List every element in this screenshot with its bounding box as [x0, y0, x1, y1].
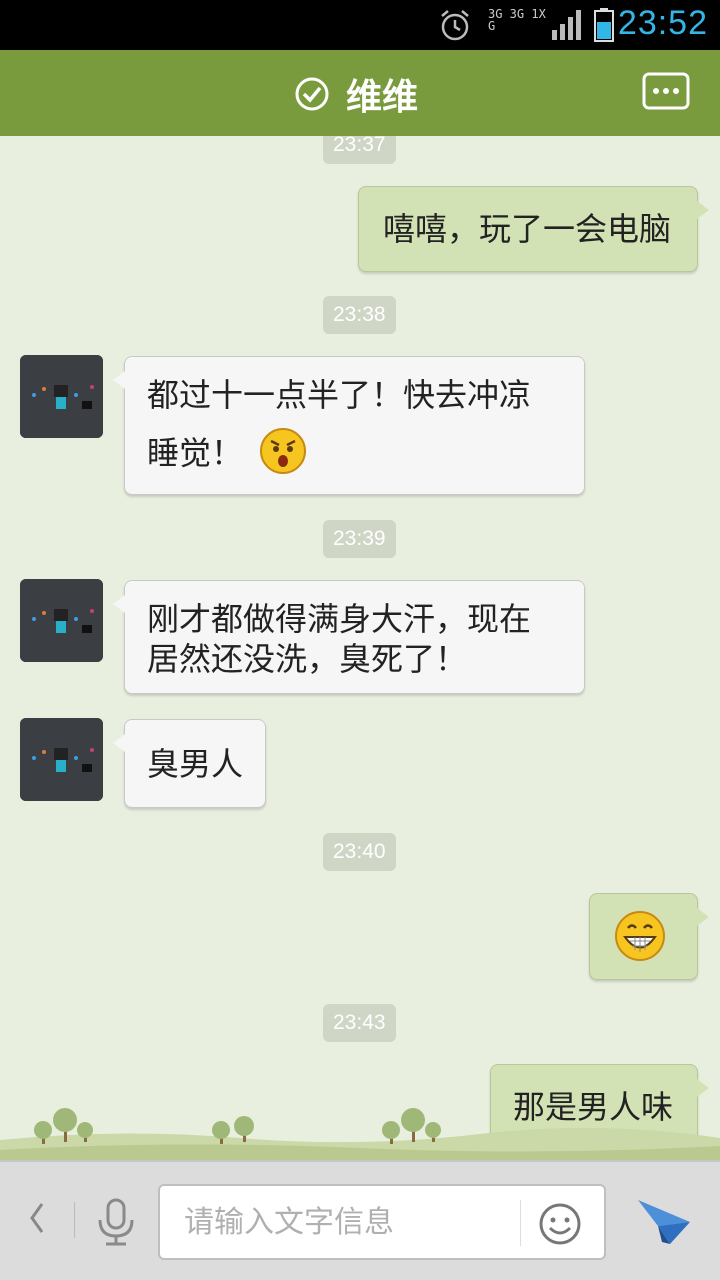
avatar-image [20, 579, 103, 662]
input-bar [0, 1160, 720, 1280]
alarm-icon [441, 10, 469, 41]
status-bar: 3G 3G 1X G 23:52 [0, 0, 720, 50]
chat-screen: 3G 3G 1X G 23:52 维维 23:37 嘻嘻，玩了一会电脑 23:3… [0, 0, 720, 1280]
input-divider [520, 1200, 521, 1246]
outgoing-message[interactable]: 嘻嘻，玩了一会电脑 [358, 186, 709, 272]
message-text-line: 臭男人 [147, 745, 244, 783]
clock: 23:52 [617, 4, 708, 42]
message-text-line: 居然还没洗，臭死了！ [147, 640, 468, 678]
message-list[interactable]: 23:37 嘻嘻，玩了一会电脑 23:38 都过十一点半了！快去冲凉 睡觉！ 2… [0, 136, 720, 1160]
message-input[interactable] [184, 1200, 514, 1244]
avatar[interactable] [20, 579, 103, 662]
timestamp: 23:40 [323, 833, 396, 871]
incoming-message[interactable]: 臭男人 [113, 719, 266, 808]
outgoing-message[interactable] [589, 893, 709, 980]
surprised-face-emoji [260, 428, 307, 474]
input-bar-divider [74, 1202, 75, 1238]
incoming-message[interactable]: 都过十一点半了！快去冲凉 睡觉！ [113, 356, 585, 495]
title-bar: 维维 [0, 50, 720, 142]
paper-plane-icon[interactable] [636, 1196, 692, 1246]
message-text-line: 都过十一点半了！快去冲凉 [147, 376, 532, 414]
check-circle-icon [295, 77, 329, 111]
timestamp: 23:38 [323, 296, 396, 334]
grinning-face-emoji [615, 911, 665, 961]
incoming-message[interactable]: 刚才都做得满身大汗，现在 居然还没洗，臭死了！ [113, 580, 585, 694]
microphone-icon[interactable] [94, 1198, 138, 1248]
timestamp: 23:39 [323, 520, 396, 558]
timestamp: 23:37 [323, 136, 396, 164]
message-text-line: 刚才都做得满身大汗，现在 [147, 600, 532, 638]
avatar-image [20, 355, 103, 438]
network-indicator: 3G 3G 1X G [488, 7, 546, 33]
avatar-image [20, 718, 103, 801]
message-line-wrap: 睡觉！ [147, 428, 562, 475]
chevron-left-icon[interactable] [26, 1196, 48, 1240]
battery-icon [594, 8, 614, 42]
message-input-box[interactable] [158, 1184, 606, 1260]
scenery-decoration [0, 1108, 720, 1162]
avatar[interactable] [20, 718, 103, 801]
avatar[interactable] [20, 355, 103, 438]
timestamp: 23:43 [323, 1004, 396, 1042]
chat-dots-icon[interactable] [642, 72, 690, 112]
message-text: 嘻嘻，玩了一会电脑 [383, 210, 672, 248]
message-text-line: 睡觉！ [147, 434, 244, 472]
contact-name: 维维 [346, 77, 419, 118]
signal-icon [552, 10, 581, 40]
smiley-icon[interactable] [538, 1202, 582, 1246]
